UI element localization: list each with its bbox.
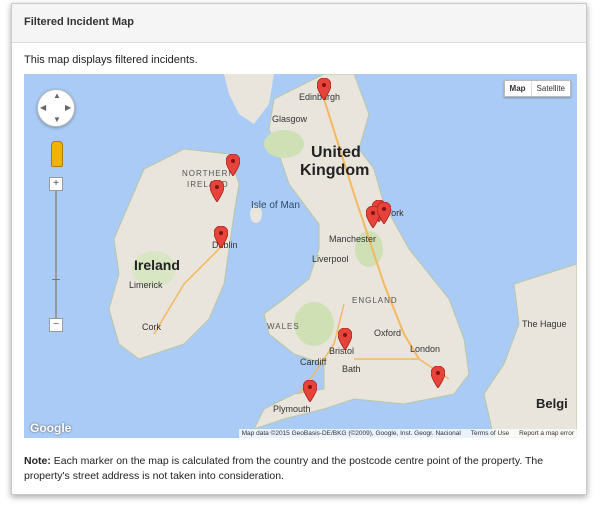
label-the-hague: The Hague [522, 319, 567, 329]
attribution-data: Map data ©2015 GeoBasis-DE/BKG (©2009), … [241, 430, 461, 437]
incident-marker[interactable] [226, 154, 240, 176]
incident-marker[interactable] [210, 180, 224, 202]
incident-marker[interactable] [338, 328, 352, 350]
label-oxford: Oxford [374, 328, 402, 338]
intro-text: This map displays filtered incidents. [24, 54, 198, 66]
zoom-slider-handle[interactable] [52, 279, 60, 280]
map-type-satellite-button[interactable]: Satellite [532, 81, 570, 96]
zoom-slider-track[interactable] [55, 183, 57, 323]
note-label: Note: [24, 455, 51, 467]
street-view-pegman-icon[interactable] [51, 141, 63, 167]
incident-map-panel: Filtered Incident Map This map displays … [11, 3, 587, 495]
pan-left-icon[interactable]: ◀ [40, 103, 46, 112]
incident-marker[interactable] [214, 226, 228, 248]
label-cardiff: Cardiff [300, 357, 327, 367]
label-cork: Cork [142, 322, 162, 332]
label-glasgow: Glasgow [272, 114, 308, 124]
label-isle-of-man: Isle of Man [251, 200, 300, 211]
label-belgium: Belgi [536, 396, 568, 411]
label-liverpool: Liverpool [312, 254, 349, 264]
incident-marker[interactable] [303, 380, 317, 402]
map-attribution: Map data ©2015 GeoBasis-DE/BKG (©2009), … [238, 429, 577, 438]
label-manchester: Manchester [329, 234, 377, 244]
note-body: Each marker on the map is calculated fro… [24, 455, 544, 482]
panel-title: Filtered Incident Map [24, 16, 135, 28]
incident-map[interactable]: Edinburgh Glasgow United Kingdom NORTHER… [24, 74, 577, 438]
pan-up-icon[interactable]: ▲ [53, 91, 61, 100]
google-logo: Google [30, 421, 72, 435]
label-plymouth: Plymouth [273, 404, 311, 414]
label-kingdom: Kingdom [300, 162, 370, 179]
incident-marker[interactable] [317, 78, 331, 100]
report-map-error-link[interactable]: Report a map error [519, 430, 574, 437]
panel-header: Filtered Incident Map [12, 4, 586, 43]
incident-marker[interactable] [431, 366, 445, 388]
pan-right-icon[interactable]: ▶ [65, 103, 71, 112]
label-ireland: Ireland [134, 257, 180, 273]
incident-marker[interactable] [377, 202, 391, 224]
label-limerick: Limerick [129, 280, 163, 290]
label-wales: WALES [267, 322, 300, 331]
map-type-map-button[interactable]: Map [505, 81, 532, 96]
terms-of-use-link[interactable]: Terms of Use [471, 430, 509, 437]
map-type-control: Map Satellite [503, 80, 571, 97]
pan-down-icon[interactable]: ▼ [53, 115, 61, 124]
zoom-out-button[interactable]: − [49, 318, 63, 332]
label-bath: Bath [342, 364, 361, 374]
zoom-in-button[interactable]: + [49, 177, 63, 191]
label-england: ENGLAND [352, 296, 398, 305]
note-text: Note: Each marker on the map is calculat… [24, 454, 554, 484]
label-london: London [410, 344, 441, 354]
map-land-layer [108, 74, 577, 438]
pan-control[interactable]: ▲ ▼ ◀ ▶ [37, 89, 75, 127]
label-united: United [311, 144, 361, 161]
